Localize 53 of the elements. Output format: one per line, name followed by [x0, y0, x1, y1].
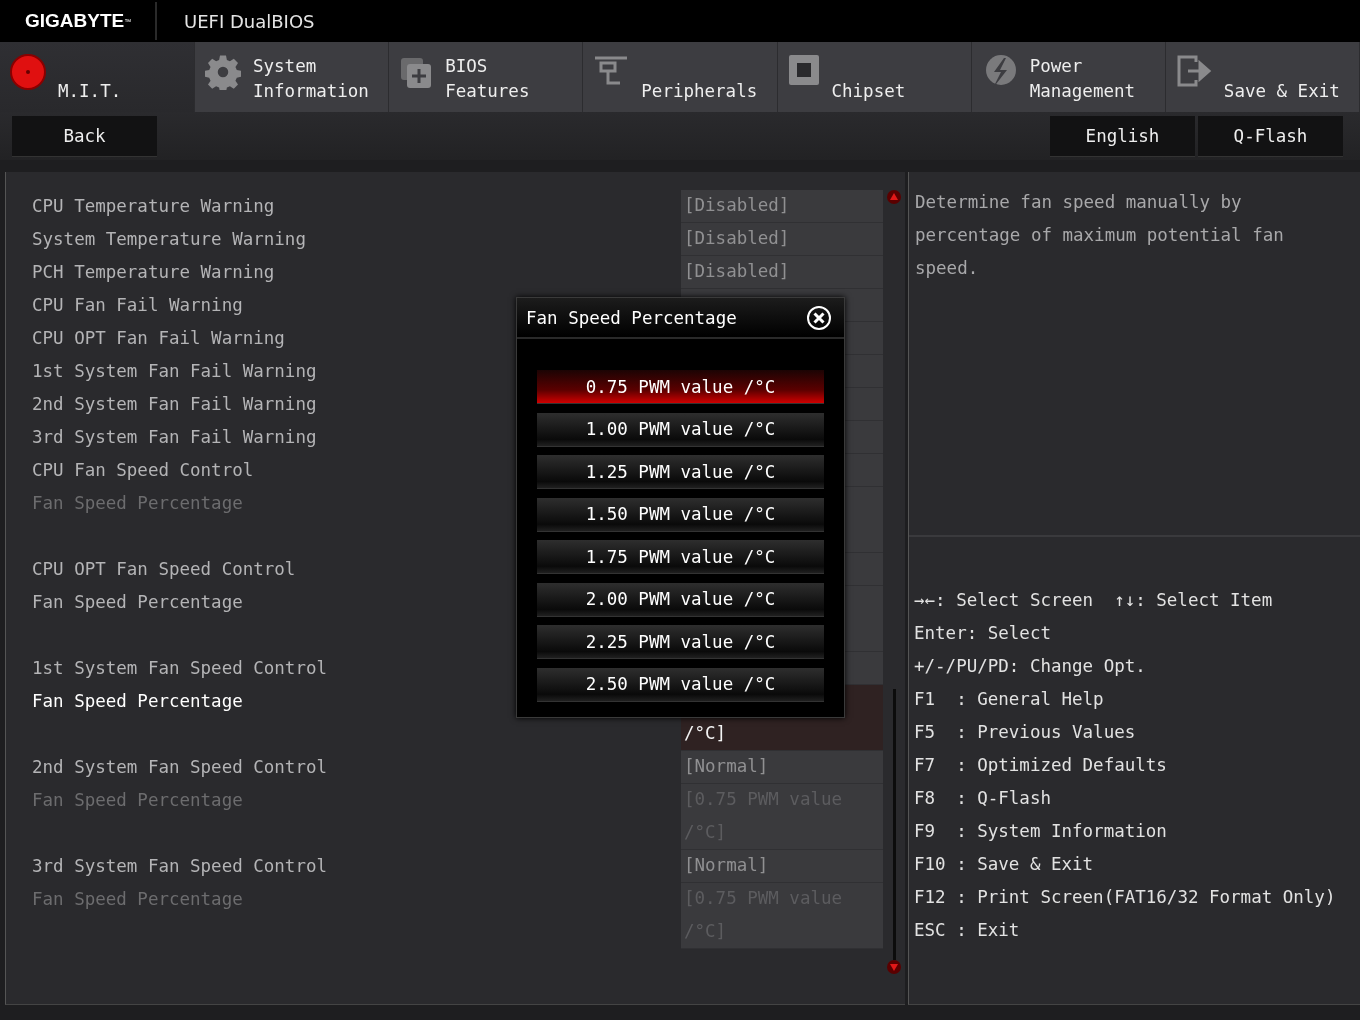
menu-tab[interactable]: M.I.T. — [0, 42, 195, 112]
popup-option[interactable]: 1.25 PWM value /°C — [537, 455, 824, 489]
menu-tab[interactable]: Save & Exit — [1165, 42, 1360, 112]
key-hint: F9 : System Information — [914, 820, 1168, 843]
setting-value[interactable]: [Normal] — [684, 849, 769, 882]
popup-option[interactable]: 2.25 PWM value /°C — [537, 625, 824, 659]
setting-value[interactable]: [Disabled] — [684, 222, 790, 255]
scrollbar-thumb[interactable] — [892, 688, 896, 960]
setting-label[interactable]: PCH Temperature Warning — [6, 256, 681, 289]
back-button[interactable]: Back — [12, 115, 157, 157]
key-hint: ↑↓: Select Item — [1114, 589, 1273, 612]
menu-tab[interactable]: BIOS Features — [389, 42, 584, 112]
scroll-up-icon[interactable] — [887, 190, 901, 204]
menu-tab[interactable]: System Information — [195, 42, 390, 112]
key-hint: →←: Select Screen — [914, 589, 1094, 612]
key-hint: F10 : Save & Exit — [914, 853, 1095, 876]
key-hint: F12 : Print Screen(FAT16/32 Format Only) — [914, 886, 1337, 909]
setting-value[interactable]: [Disabled] — [684, 255, 790, 288]
key-hint: F5 : Previous Values — [914, 721, 1137, 744]
popup-option[interactable]: 1.50 PWM value /°C — [537, 497, 824, 532]
popup-option[interactable]: 2.50 PWM value /°C — [537, 667, 824, 702]
gear-icon — [205, 54, 241, 90]
exit-icon — [1175, 54, 1212, 88]
popup-option[interactable]: 1.00 PWM value /°C — [537, 412, 824, 447]
flash-button[interactable]: Q-Flash — [1198, 115, 1343, 157]
close-button[interactable] — [806, 304, 832, 331]
setting-label[interactable]: System Temperature Warning — [6, 223, 681, 256]
scroll-down-icon[interactable] — [887, 960, 901, 974]
brand-logo: GIGABYTE$^{™}$ — [24, 9, 133, 33]
menu-tab[interactable]: Chipset — [777, 42, 972, 112]
help-description: Determine fan speed manually by percentage of maximum potential fan speed. — [915, 191, 1285, 280]
key-hint: F7 : Optimized Defaults — [914, 754, 1168, 777]
key-hint: +/-/PU/PD: Change Opt. — [914, 655, 1147, 678]
key-hint: Enter: Select — [914, 622, 1052, 645]
setting-value[interactable]: [Disabled] — [684, 189, 790, 222]
key-hint: F8 : Q-Flash — [914, 787, 1052, 810]
setting-label[interactable]: CPU Temperature Warning — [6, 190, 681, 223]
menu-tab[interactable]: Peripherals — [583, 42, 778, 112]
popup-option[interactable]: 2.00 PWM value /°C — [537, 582, 824, 617]
language-button[interactable]: English — [1050, 115, 1195, 157]
setting-value[interactable]: /°C] — [684, 717, 727, 750]
setting-value[interactable]: [Normal] — [684, 750, 769, 783]
popup-title: Fan Speed Percentage — [526, 307, 737, 328]
setting-label[interactable]: 3rd System Fan Speed Control — [6, 850, 681, 883]
disc-icon — [10, 54, 46, 92]
menu-tab[interactable]: Power Management — [971, 42, 1166, 112]
popup-option[interactable]: 0.75 PWM value /°C — [537, 370, 824, 404]
key-hint: F1 : General Help — [914, 688, 1105, 711]
key-hint: ESC : Exit — [914, 919, 1021, 942]
chip-icon — [787, 54, 820, 86]
app-title: UEFI DualBIOS — [183, 9, 315, 34]
popup-option[interactable]: 1.75 PWM value /°C — [537, 540, 824, 574]
setting-label[interactable]: 2nd System Fan Speed Control — [6, 751, 681, 784]
